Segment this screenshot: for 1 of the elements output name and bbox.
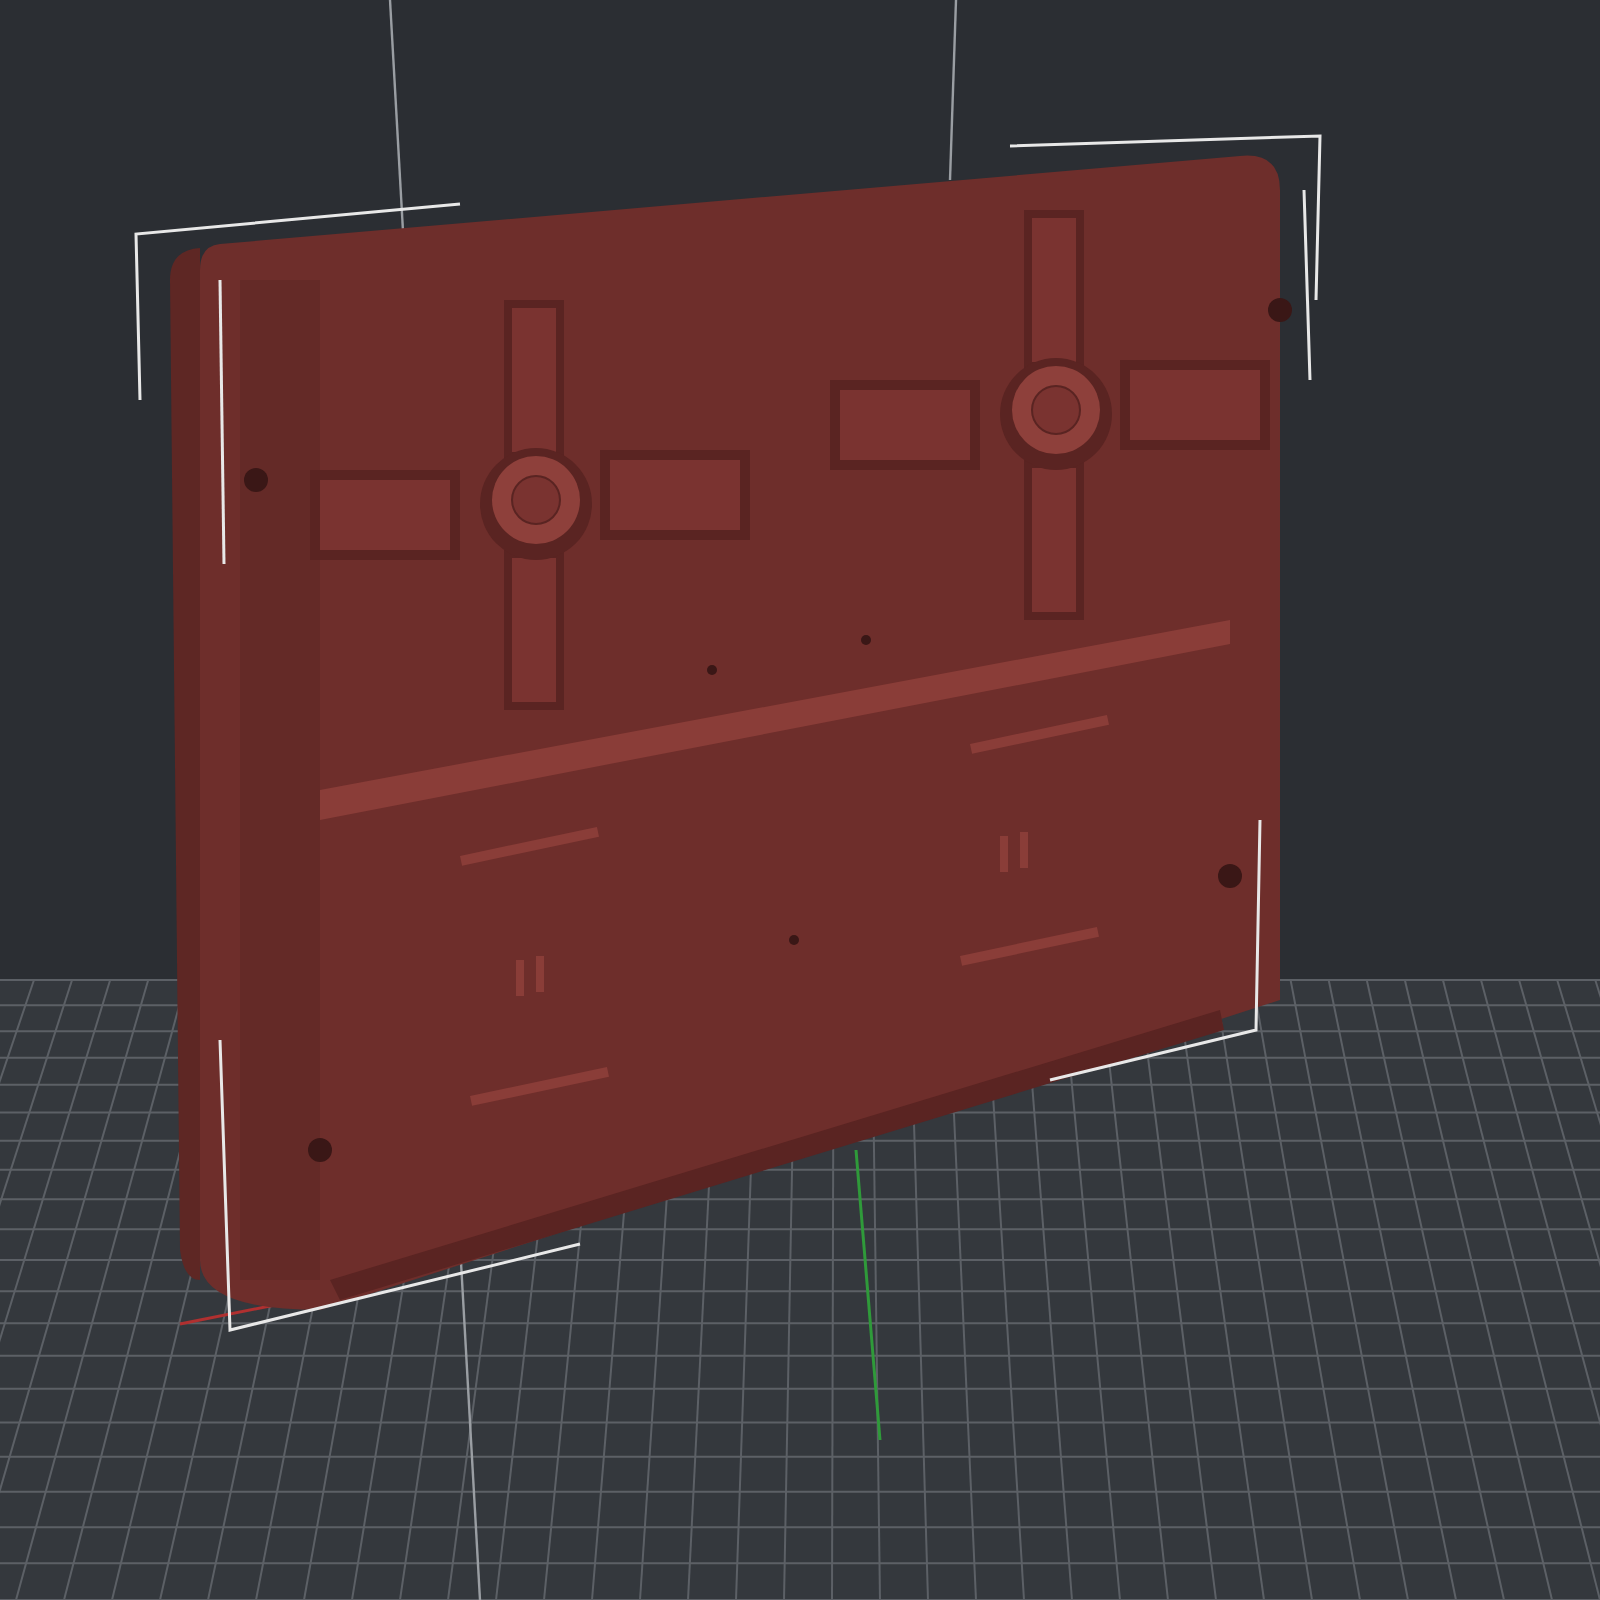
3d-viewport[interactable] <box>0 0 1600 1600</box>
